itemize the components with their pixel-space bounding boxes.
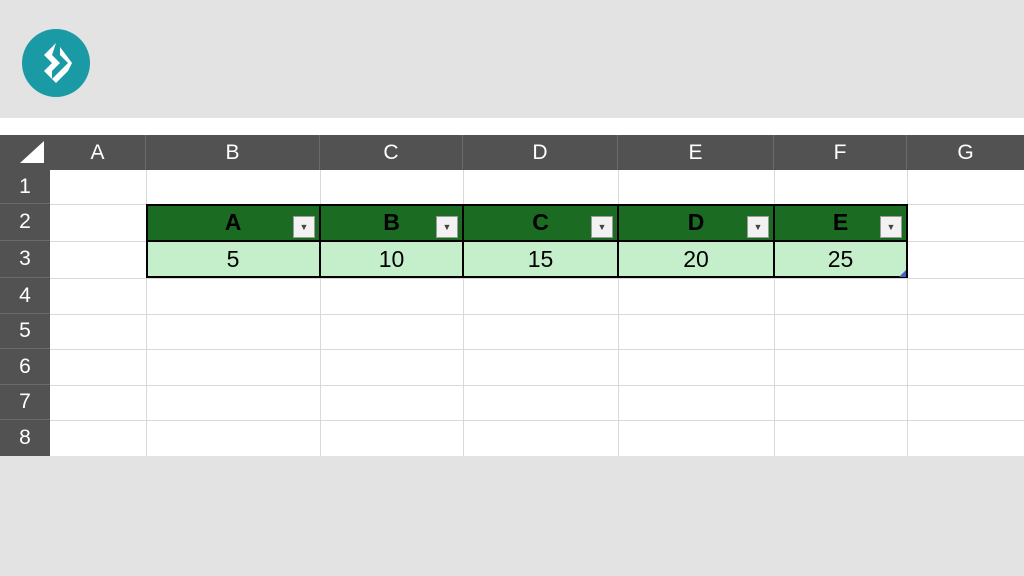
table-column-divider [773, 204, 775, 278]
row-header-4[interactable]: 4 [0, 278, 50, 314]
filter-dropdown-icon: ▼ [886, 222, 896, 232]
row-header-8[interactable]: 8 [0, 420, 50, 456]
grid-line [50, 385, 1024, 386]
table-column-divider [462, 204, 464, 278]
row-header-3[interactable]: 3 [0, 241, 50, 278]
table-resize-handle[interactable] [899, 270, 906, 277]
table-cell[interactable]: 5 [146, 241, 320, 277]
table-header-divider [146, 240, 908, 242]
grid-line [50, 314, 1024, 315]
filter-dropdown-icon: ▼ [597, 222, 607, 232]
table-column-divider [617, 204, 619, 278]
row-header-5[interactable]: 5 [0, 314, 50, 349]
column-header-a[interactable]: A [50, 135, 146, 170]
column-header-f[interactable]: F [774, 135, 907, 170]
filter-dropdown-button[interactable]: ▼ [880, 216, 902, 238]
table-cell[interactable]: 25 [774, 241, 907, 277]
filter-dropdown-icon: ▼ [753, 222, 763, 232]
table-cell[interactable]: 15 [463, 241, 618, 277]
row-header-1[interactable]: 1 [0, 170, 50, 204]
filter-dropdown-icon: ▼ [442, 222, 452, 232]
table-cell[interactable]: 10 [320, 241, 463, 277]
row-header-7[interactable]: 7 [0, 385, 50, 420]
filter-dropdown-button[interactable]: ▼ [747, 216, 769, 238]
brand-logo-icon [22, 29, 90, 97]
filter-dropdown-button[interactable]: ▼ [591, 216, 613, 238]
grid-line [907, 170, 908, 456]
row-header-6[interactable]: 6 [0, 349, 50, 385]
row-header-2[interactable]: 2 [0, 204, 50, 241]
select-all-button[interactable] [0, 135, 50, 170]
column-header-c[interactable]: C [320, 135, 463, 170]
select-all-triangle-icon [20, 141, 44, 163]
filter-dropdown-icon: ▼ [299, 222, 309, 232]
table-column-divider [319, 204, 321, 278]
grid-line [50, 349, 1024, 350]
column-header-g[interactable]: G [907, 135, 1024, 170]
filter-dropdown-button[interactable]: ▼ [293, 216, 315, 238]
column-header-b[interactable]: B [146, 135, 320, 170]
column-header-d[interactable]: D [463, 135, 618, 170]
table-cell[interactable]: 20 [618, 241, 774, 277]
grid-line [50, 420, 1024, 421]
filter-dropdown-button[interactable]: ▼ [436, 216, 458, 238]
column-header-e[interactable]: E [618, 135, 774, 170]
grid-line [50, 278, 1024, 279]
